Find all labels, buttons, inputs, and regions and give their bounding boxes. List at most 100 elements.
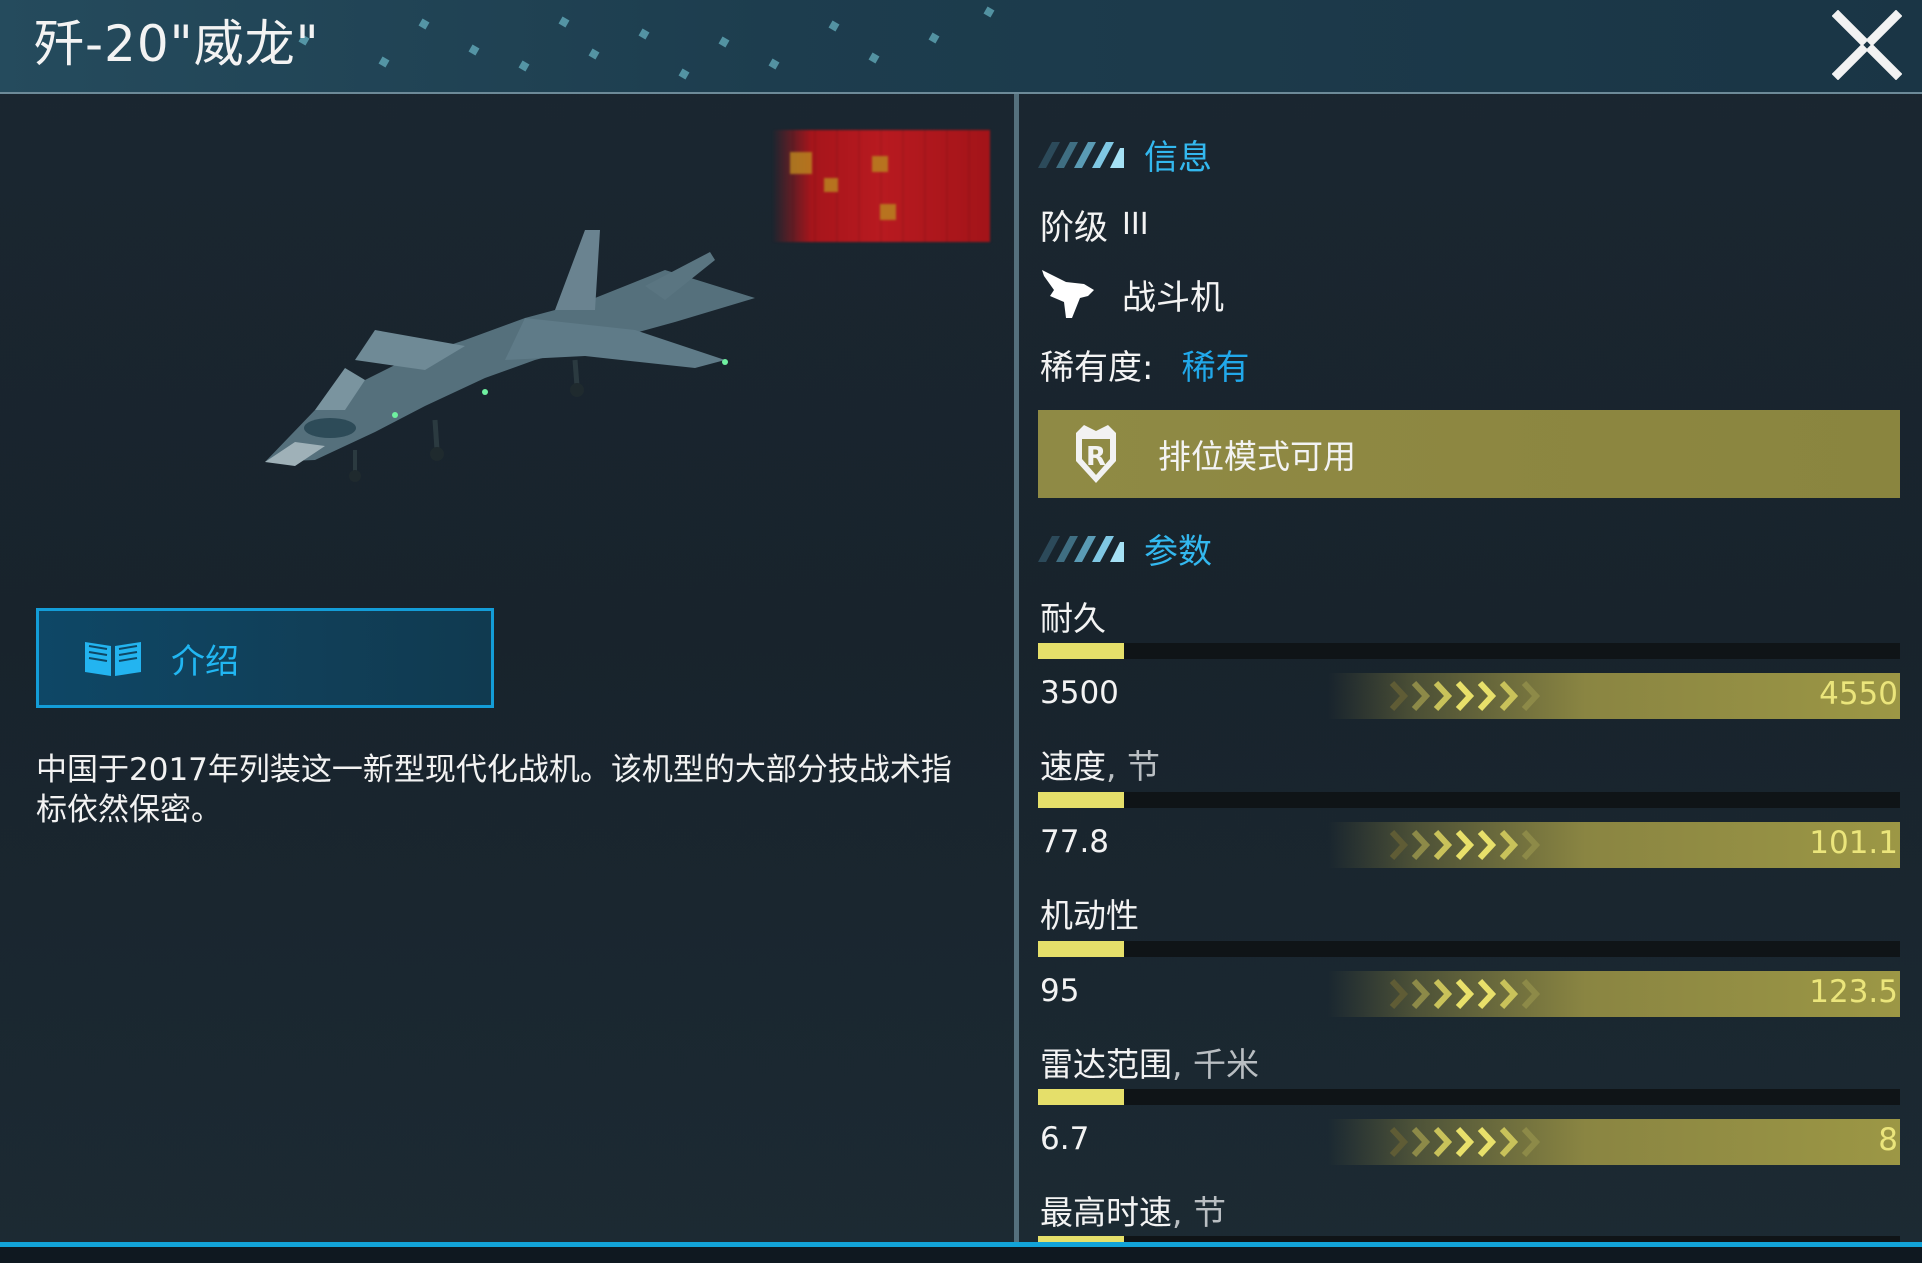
decor-particle [378,56,390,68]
tier-row: 阶级 III [1040,200,1149,249]
chevron-mark [1411,829,1431,861]
chevron-mark [1433,680,1453,712]
stripes-icon [1038,141,1124,168]
params-section-title: 参数 [1144,532,1212,572]
fighter-jet-icon [1042,270,1094,318]
stat-values-row: 3500 4550 [1038,673,1900,719]
decor-particle [768,58,780,70]
stat-unit: , 千米 [1172,1045,1259,1084]
class-row: 战斗机 [1040,266,1224,322]
ranked-mode-banner: R 排位模式可用 [1038,410,1900,498]
stat-values-row: 77.8 101.1 [1038,822,1900,868]
tier-value: III [1122,207,1149,242]
chevrons-icon [1389,680,1541,712]
chevron-mark [1521,829,1541,861]
stat-bar [1038,1089,1900,1105]
info-section-title: 信息 [1144,138,1212,178]
stat-name: 速度, 节 [1040,740,1160,788]
decor-particle [828,20,840,32]
chevron-mark [1389,978,1409,1010]
chevron-mark [1389,680,1409,712]
chevron-mark [1455,680,1475,712]
ranked-shield-icon: R [1076,425,1116,483]
rarity-value: 稀有 [1181,348,1250,388]
stat-unit: , 节 [1172,1193,1226,1232]
stat-bar-fill [1038,792,1125,808]
chevron-mark [1477,829,1497,861]
stat-name: 最高时速, 节 [1040,1186,1226,1234]
chevron-mark [1433,829,1453,861]
chevron-mark [1499,1126,1519,1158]
rarity-label: 稀有度: [1040,348,1154,388]
aircraft-description: 中国于2017年列装这一新型现代化战机。该机型的大部分技战术指标依然保密。 [36,752,952,828]
stat-name: 雷达范围, 千米 [1040,1038,1259,1086]
chevron-mark [1411,1126,1431,1158]
stat-unit: , 节 [1106,747,1160,786]
chevron-mark [1455,829,1475,861]
stat-label: 最高时速 [1040,1193,1172,1232]
title-bar: 歼-20"威龙" [0,0,1922,94]
decor-particle [468,44,480,56]
stat-values-row: 6.7 8 [1038,1119,1900,1165]
country-flag [772,130,990,242]
decor-particle [518,60,530,72]
tier-label: 阶级 [1040,208,1108,248]
close-icon [1831,9,1903,81]
decor-particle [588,48,600,60]
rarity-row: 稀有度: 稀有 [1040,340,1249,389]
stat-bar-fill [1038,1089,1125,1105]
params-section-header: 参数 [1038,524,1212,573]
chevron-mark [1411,680,1431,712]
stat-current-value: 6.7 [1040,1121,1090,1157]
chevron-mark [1499,829,1519,861]
decor-particle [718,36,730,48]
stat-label: 机动性 [1040,896,1139,935]
chevron-mark [1521,1126,1541,1158]
stat-bar [1038,941,1900,957]
stat-label: 耐久 [1040,599,1106,638]
chevron-mark [1433,978,1453,1010]
chevron-mark [1521,978,1541,1010]
stat-current-value: 95 [1040,973,1080,1009]
close-button[interactable] [1831,9,1903,81]
chevron-mark [1389,1126,1409,1158]
chevrons-icon [1389,978,1541,1010]
stat-name: 机动性 [1040,889,1139,937]
decor-particle [928,32,940,44]
stat-max-value: 8 [1878,1122,1898,1158]
chevron-mark [1477,1126,1497,1158]
stat-name: 耐久 [1040,592,1106,640]
chevron-mark [1455,978,1475,1010]
stat-current-value: 77.8 [1040,824,1110,860]
aircraft-image [265,230,755,482]
intro-button-label: 介绍 [171,641,239,682]
stat-max-value: 4550 [1819,676,1898,712]
book-icon [85,642,141,676]
decor-particle [983,6,995,18]
stat-max-value: 101.1 [1809,825,1898,861]
chevron-mark [1477,978,1497,1010]
info-section-header: 信息 [1038,130,1212,179]
class-label: 战斗机 [1122,277,1224,318]
stat-label: 速度 [1040,747,1106,786]
stat-values-row: 95 123.5 [1038,971,1900,1017]
chevron-mark [1499,680,1519,712]
stat-bar [1038,792,1900,808]
decor-particle [678,68,690,80]
stat-bar [1038,643,1900,659]
page-title: 歼-20"威龙" [34,15,320,73]
bottom-edge-bar [0,1242,1922,1263]
stat-bar-fill [1038,643,1125,659]
chevron-mark [1477,680,1497,712]
chevron-mark [1455,1126,1475,1158]
chevron-mark [1499,978,1519,1010]
chevron-mark [1411,978,1431,1010]
chevron-mark [1521,680,1541,712]
chevron-mark [1433,1126,1453,1158]
chevrons-icon [1389,829,1541,861]
stat-current-value: 3500 [1040,675,1119,711]
svg-text:R: R [1086,442,1106,472]
stat-label: 雷达范围 [1040,1045,1172,1084]
decor-particle [868,52,880,64]
intro-button[interactable]: 介绍 [36,608,494,708]
